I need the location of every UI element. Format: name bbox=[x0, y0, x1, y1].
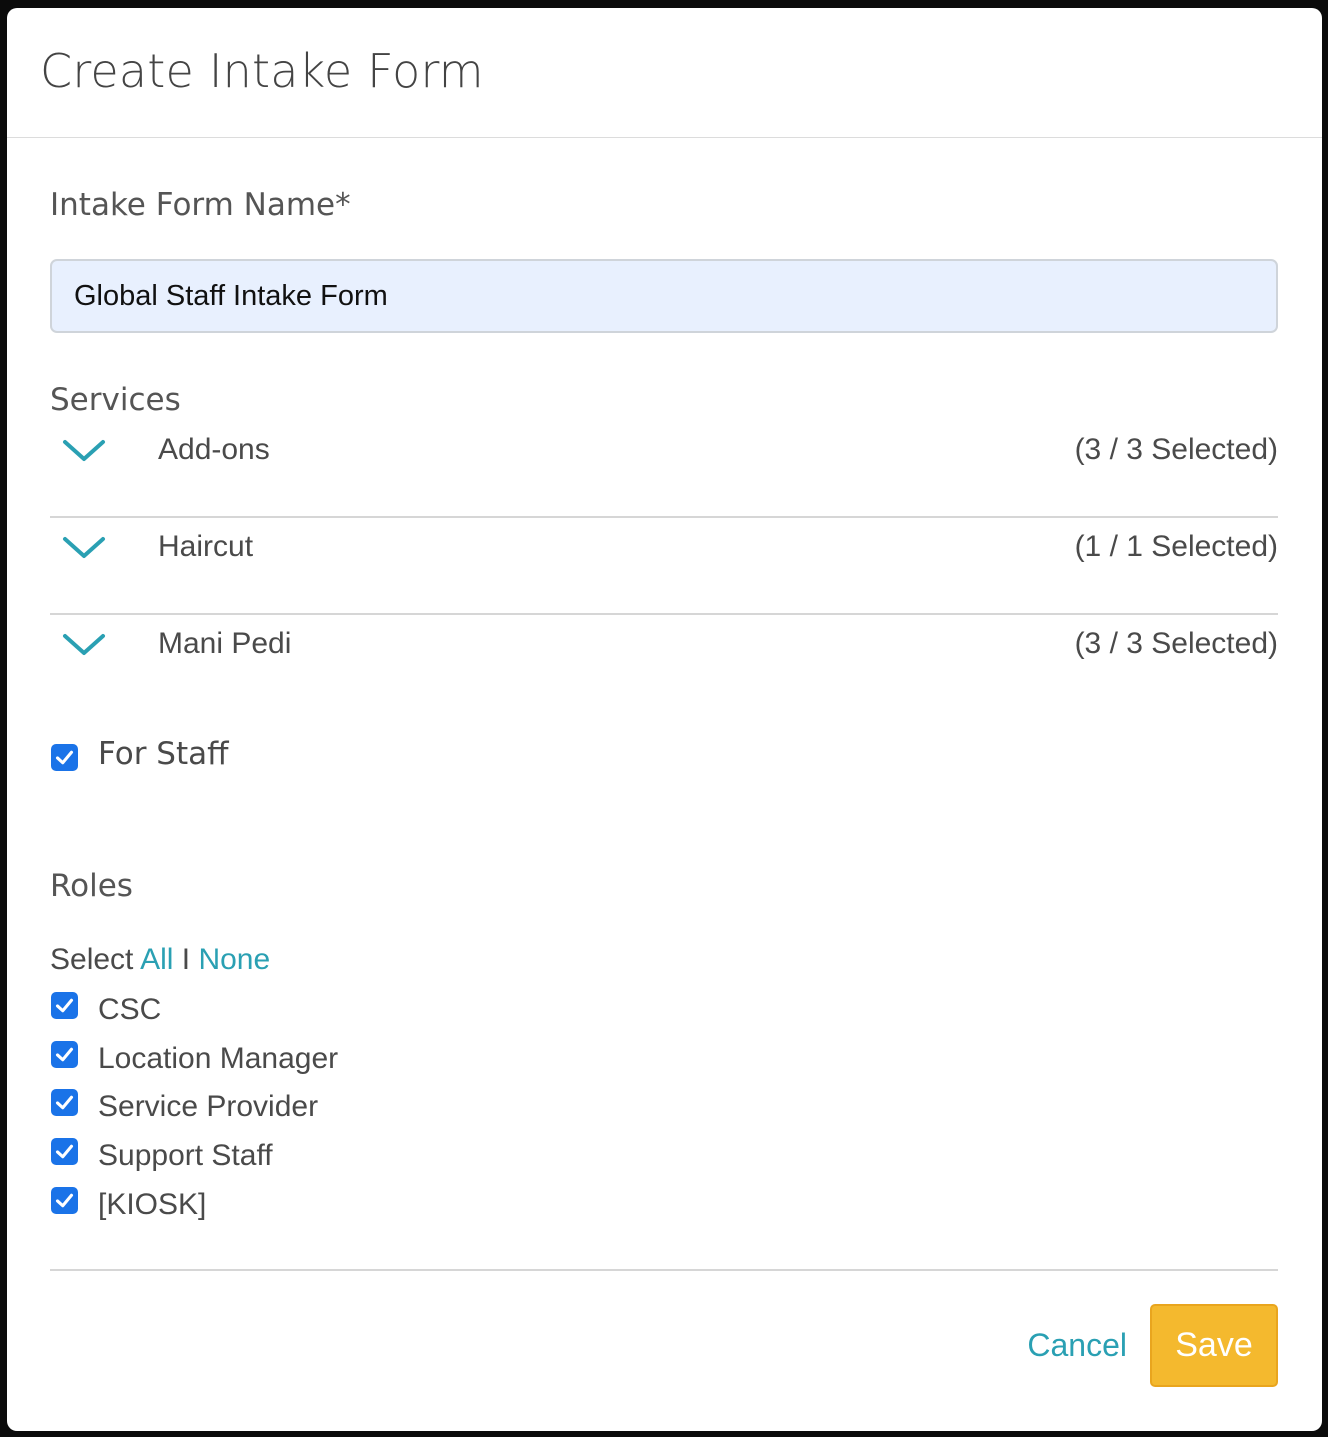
services-label: Services bbox=[50, 382, 181, 418]
for-staff-label: For Staff bbox=[98, 736, 229, 772]
service-group-add-ons[interactable]: Add-ons (3 / 3 Selected) bbox=[50, 421, 1278, 518]
select-separator: I bbox=[181, 943, 191, 976]
select-all-none: Select All I None bbox=[50, 943, 270, 977]
cancel-button[interactable]: Cancel bbox=[1027, 1327, 1127, 1364]
select-none-link[interactable]: None bbox=[198, 943, 270, 976]
service-selected-count: (1 / 1 Selected) bbox=[1074, 530, 1278, 563]
select-prefix: Select bbox=[50, 943, 134, 976]
service-group-name: Mani Pedi bbox=[158, 627, 292, 660]
service-group-haircut[interactable]: Haircut (1 / 1 Selected) bbox=[50, 518, 1278, 615]
chevron-down-icon[interactable] bbox=[62, 439, 106, 463]
role-label: CSC bbox=[98, 993, 162, 1026]
service-group-mani-pedi[interactable]: Mani Pedi (3 / 3 Selected) bbox=[50, 615, 1278, 712]
checkmark-icon bbox=[55, 750, 74, 765]
role-checkbox-support-staff[interactable] bbox=[51, 1138, 78, 1165]
checkmark-icon bbox=[55, 1095, 74, 1110]
role-checkbox-csc[interactable] bbox=[51, 992, 78, 1019]
service-selected-count: (3 / 3 Selected) bbox=[1074, 627, 1278, 660]
checkmark-icon bbox=[55, 998, 74, 1013]
dialog-header: Create Intake Form bbox=[7, 8, 1322, 138]
service-selected-count: (3 / 3 Selected) bbox=[1074, 433, 1278, 466]
role-label: Location Manager bbox=[98, 1042, 339, 1075]
intake-form-name-label: Intake Form Name* bbox=[50, 187, 351, 223]
intake-form-name-input[interactable] bbox=[50, 259, 1278, 333]
checkmark-icon bbox=[55, 1193, 74, 1208]
dialog-title: Create Intake Form bbox=[40, 44, 484, 98]
select-all-link[interactable]: All bbox=[140, 943, 173, 976]
role-checkbox-location-manager[interactable] bbox=[51, 1041, 78, 1068]
for-staff-checkbox[interactable] bbox=[51, 744, 78, 771]
chevron-down-icon[interactable] bbox=[62, 536, 106, 560]
role-checkbox-kiosk[interactable] bbox=[51, 1187, 78, 1214]
role-checkbox-service-provider[interactable] bbox=[51, 1089, 78, 1116]
role-label: [KIOSK] bbox=[98, 1188, 207, 1221]
roles-label: Roles bbox=[50, 868, 133, 904]
role-label: Service Provider bbox=[98, 1090, 319, 1123]
footer-divider bbox=[50, 1269, 1278, 1271]
service-group-name: Haircut bbox=[158, 530, 254, 563]
create-intake-form-dialog: Create Intake Form Intake Form Name* Ser… bbox=[7, 8, 1322, 1431]
role-label: Support Staff bbox=[98, 1139, 273, 1172]
checkmark-icon bbox=[55, 1144, 74, 1159]
chevron-down-icon[interactable] bbox=[62, 633, 106, 657]
service-group-name: Add-ons bbox=[158, 433, 270, 466]
save-button[interactable]: Save bbox=[1150, 1304, 1278, 1387]
checkmark-icon bbox=[55, 1047, 74, 1062]
